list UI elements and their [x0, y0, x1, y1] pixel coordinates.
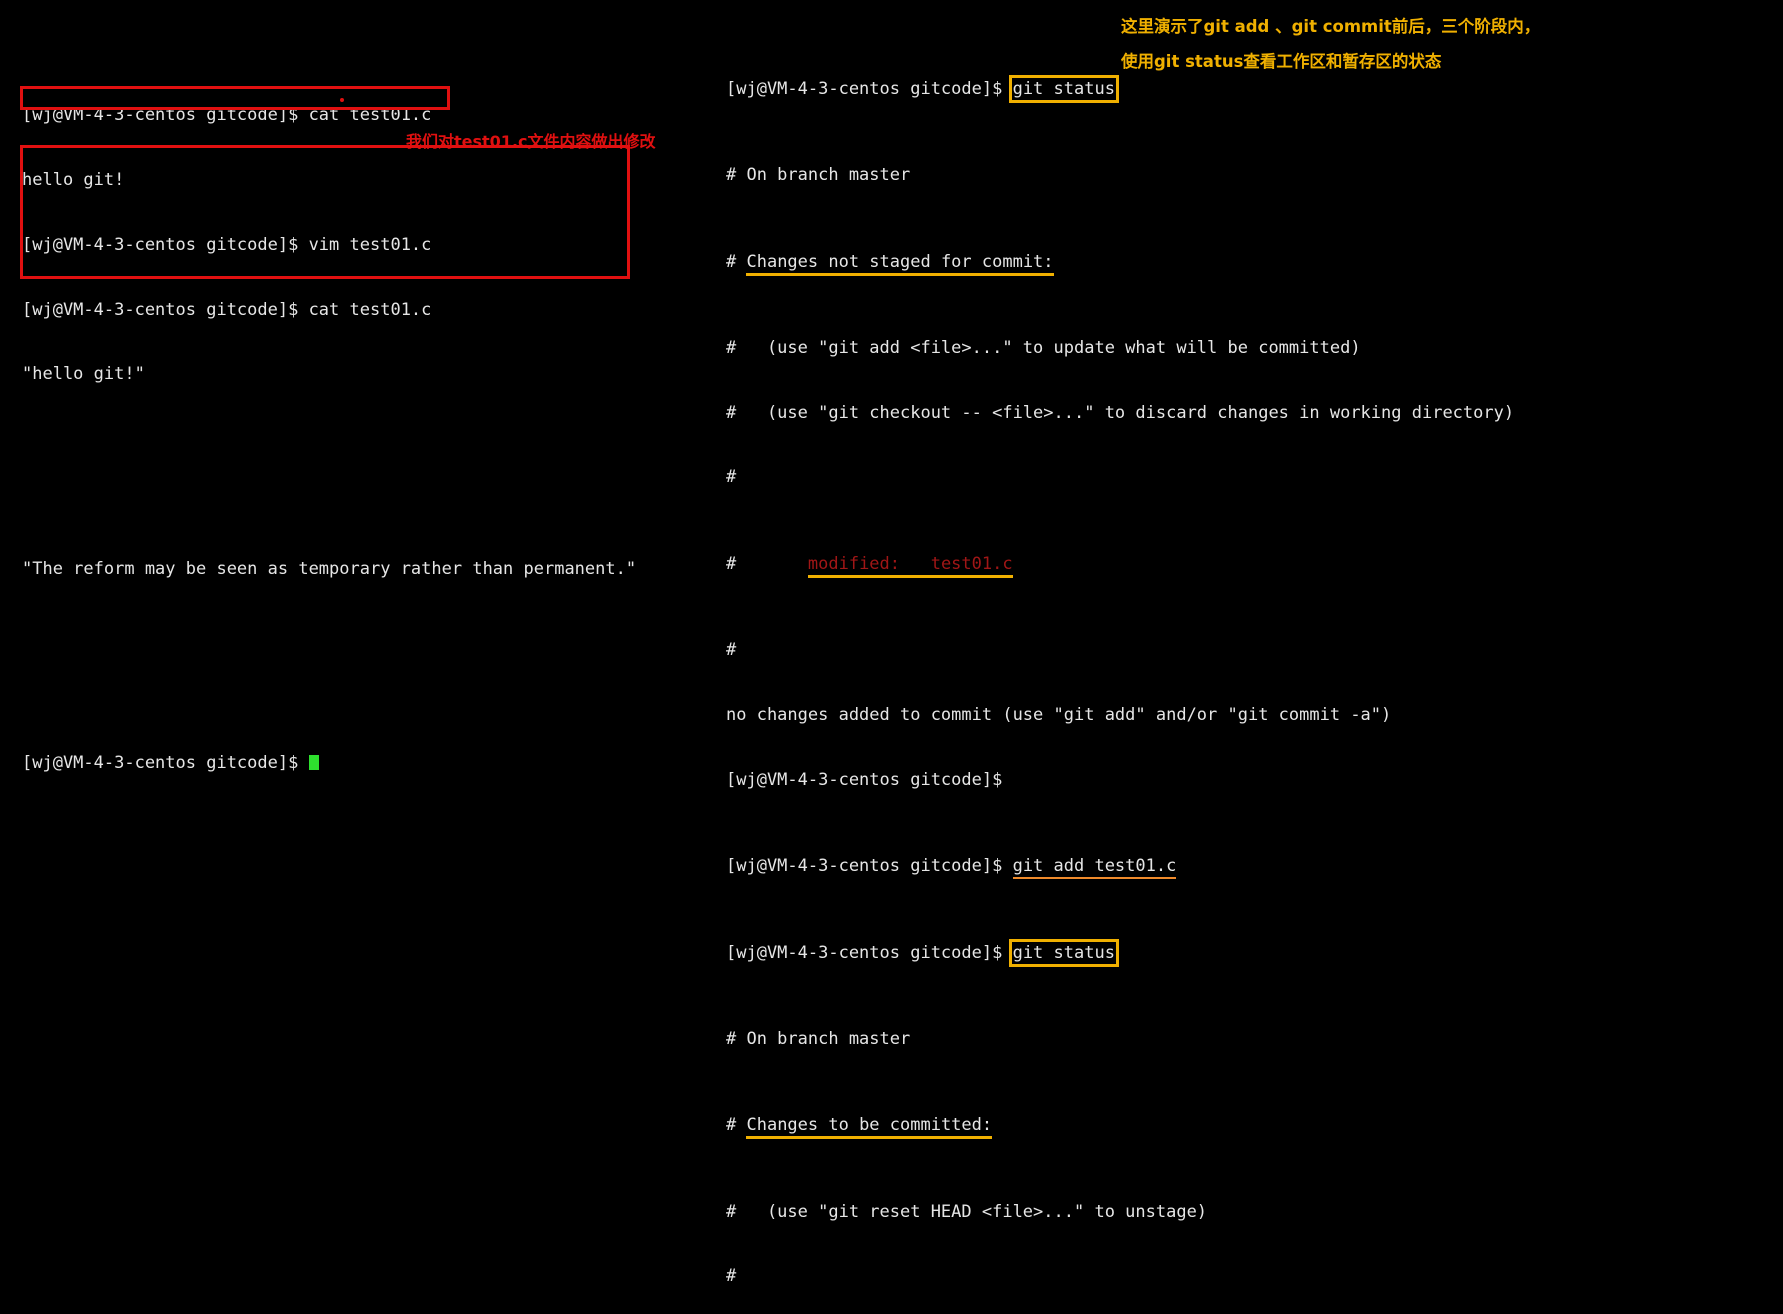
prompt-r12: [wj@VM-4-3-centos gitcode]$ [726, 942, 1013, 963]
status-branch-2: # On branch master [726, 1028, 911, 1049]
label-changes-to-be-committed: Changes to be committed: [746, 1115, 993, 1140]
terminal-line: "hello git!" [22, 364, 636, 386]
annotation-yellow-line-1: 这里演示了git add 、git commit前后，三个阶段内， [1121, 17, 1541, 36]
terminal-line: # Changes not staged for commit: [726, 251, 1514, 276]
terminal-cursor [308, 755, 319, 770]
terminal-line: "The reform may be seen as temporary rat… [22, 559, 636, 581]
status-branch-1: # On branch master [726, 165, 911, 186]
file-content-old: hello git! [22, 169, 125, 190]
annotation-yellow-line-2: 使用git status查看工作区和暂存区的状态 [1121, 52, 1442, 71]
terminal-line: # (use "git checkout -- <file>..." to di… [726, 403, 1514, 425]
left-terminal-pane[interactable]: [wj@VM-4-3-centos gitcode]$ cat test01.c… [22, 62, 636, 796]
hint-git-checkout: # (use "git checkout -- <file>..." to di… [726, 402, 1515, 423]
command-git-add[interactable]: git add test01.c [1012, 856, 1177, 880]
modified-file-unstaged: modified: test01.c [807, 553, 1013, 578]
command-git-status-2[interactable]: git status [1008, 938, 1119, 967]
hint-git-reset: # (use "git reset HEAD <file>..." to uns… [726, 1201, 1208, 1222]
terminal-line: [wj@VM-4-3-centos gitcode]$ git status [726, 938, 1514, 967]
terminal-line: [wj@VM-4-3-centos gitcode]$ cat test01.c [22, 300, 636, 322]
hash-r14: # [726, 1115, 747, 1136]
terminal-line: # (use "git add <file>..." to update wha… [726, 338, 1514, 360]
command-line-cat-1: [wj@VM-4-3-centos gitcode]$ cat test01.c [22, 105, 432, 126]
right-terminal-pane[interactable]: [wj@VM-4-3-centos gitcode]$ git status #… [726, 14, 1514, 1314]
annotation-red-note: 我们对test01.c文件内容做出修改 [406, 132, 656, 151]
hash-r8: # [726, 640, 737, 661]
terminal-line: [wj@VM-4-3-centos gitcode]$ [726, 770, 1514, 792]
terminal-line: no changes added to commit (use "git add… [726, 705, 1514, 727]
command-line-vim: [wj@VM-4-3-centos gitcode]$ vim test01.c [22, 234, 432, 255]
pointer-dot [340, 98, 344, 102]
label-changes-not-staged: Changes not staged for commit: [746, 251, 1054, 276]
hash-r6: # [726, 467, 737, 488]
command-git-status-1[interactable]: git status [1008, 74, 1119, 103]
terminal-line: hello git! [22, 170, 636, 192]
hash-r3: # [726, 251, 747, 272]
file-content-line-4: "The reform may be seen as temporary rat… [22, 558, 637, 579]
hash-r16: # [726, 1266, 737, 1287]
terminal-line: # [726, 1266, 1514, 1288]
prompt-r11: [wj@VM-4-3-centos gitcode]$ [726, 856, 1013, 877]
status-no-changes-added: no changes added to commit (use "git add… [726, 705, 1392, 725]
terminal-line: # (use "git reset HEAD <file>..." to uns… [726, 1202, 1514, 1224]
hint-git-add: # (use "git add <file>..." to update wha… [726, 337, 1361, 358]
terminal-line: [wj@VM-4-3-centos gitcode]$ git add test… [726, 856, 1514, 880]
prompt-r1: [wj@VM-4-3-centos gitcode]$ [726, 78, 1013, 99]
terminal-line: # [726, 640, 1514, 662]
terminal-line: [wj@VM-4-3-centos gitcode]$ git status [726, 74, 1514, 103]
terminal-line: # [726, 467, 1514, 489]
terminal-line: [wj@VM-4-3-centos gitcode]$ [22, 753, 636, 775]
terminal-line: [wj@VM-4-3-centos gitcode]$ cat test01.c [22, 105, 636, 127]
terminal-line: # Changes to be committed: [726, 1115, 1514, 1140]
file-content-line-1: "hello git!" [22, 364, 145, 385]
terminal-line: # On branch master [726, 165, 1514, 187]
terminal-line: [wj@VM-4-3-centos gitcode]$ vim test01.c [22, 235, 636, 257]
prompt-final-left: [wj@VM-4-3-centos gitcode]$ [22, 753, 309, 773]
command-line-cat-2: [wj@VM-4-3-centos gitcode]$ cat test01.c [22, 299, 432, 320]
terminal-line: # modified: test01.c [726, 553, 1514, 578]
prompt-r10: [wj@VM-4-3-centos gitcode]$ [726, 769, 1003, 790]
terminal-line: # On branch master [726, 1029, 1514, 1051]
hash-r7: # [726, 553, 808, 574]
